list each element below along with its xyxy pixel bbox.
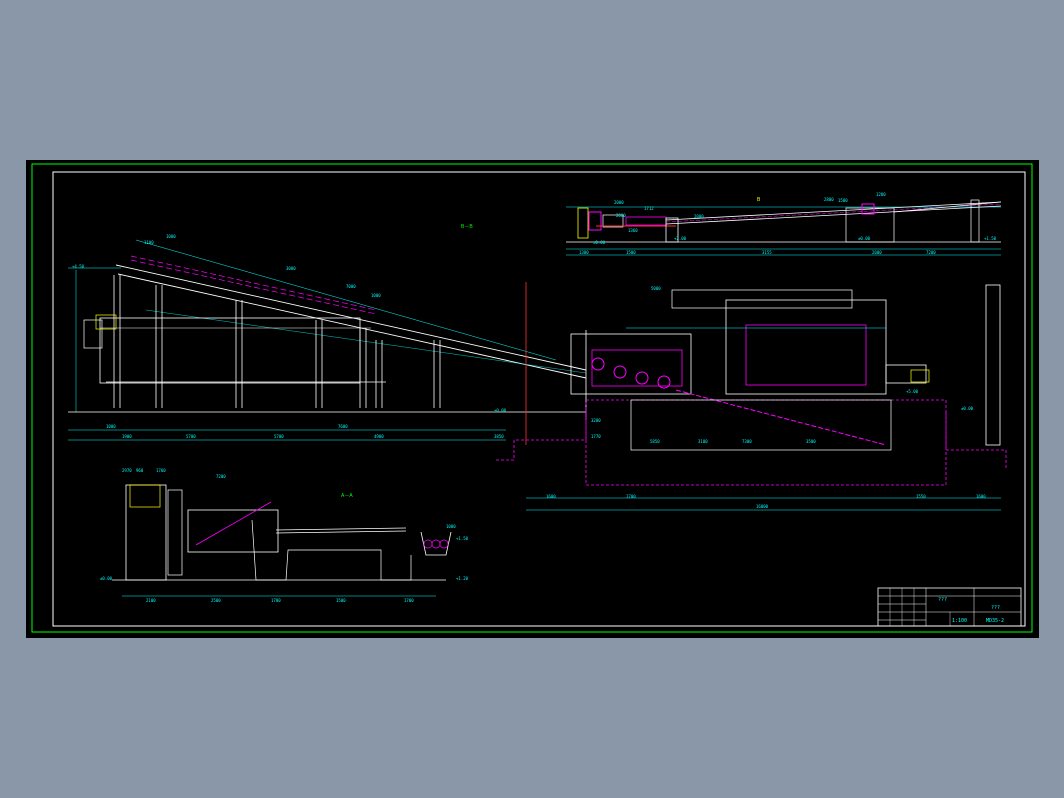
svg-text:+2.00: +2.00 xyxy=(674,236,687,241)
svg-text:2800: 2800 xyxy=(824,197,834,202)
svg-text:±0.00: ±0.00 xyxy=(100,576,113,581)
svg-text:1000: 1000 xyxy=(446,524,456,529)
svg-text:+1.50: +1.50 xyxy=(984,236,997,241)
svg-text:2000: 2000 xyxy=(694,214,704,219)
svg-text:1550: 1550 xyxy=(916,494,926,499)
svg-text:2000: 2000 xyxy=(872,250,882,255)
svg-text:+1.50: +1.50 xyxy=(456,536,469,541)
svg-text:2970: 2970 xyxy=(122,468,132,473)
section-aa: A－A 7200 2970 960 1760 1000 2100 2500 17… xyxy=(100,468,469,603)
svg-text:1770: 1770 xyxy=(591,434,601,439)
svg-text:5000: 5000 xyxy=(651,286,661,291)
svg-text:7600: 7600 xyxy=(338,424,348,429)
svg-text:3850: 3850 xyxy=(494,434,504,439)
svg-text:1700: 1700 xyxy=(404,598,414,603)
section-title-bb: B－B xyxy=(461,224,473,230)
title-drawing-no: MD35-2 xyxy=(986,618,1004,624)
svg-text:1712: 1712 xyxy=(644,206,654,211)
svg-text:3200: 3200 xyxy=(591,418,601,423)
svg-text:±0.00: ±0.00 xyxy=(961,406,974,411)
svg-text:+5.00: +5.00 xyxy=(906,389,919,394)
svg-text:5700: 5700 xyxy=(186,434,196,439)
svg-text:2000: 2000 xyxy=(614,200,624,205)
title-project: ??? xyxy=(991,605,1000,611)
svg-text:2500: 2500 xyxy=(211,598,221,603)
svg-text:3100: 3100 xyxy=(698,439,708,444)
section-title-aa: A－A xyxy=(341,493,353,499)
svg-text:1600: 1600 xyxy=(976,494,986,499)
svg-text:2000: 2000 xyxy=(616,213,626,218)
svg-text:1500: 1500 xyxy=(336,598,346,603)
svg-text:1000: 1000 xyxy=(106,424,116,429)
svg-text:4900: 4900 xyxy=(374,434,384,439)
top-view: B 2000 1712 2000 1360 1380 1500 3155 200… xyxy=(566,192,1002,256)
svg-text:1100: 1100 xyxy=(144,240,154,245)
svg-text:1380: 1380 xyxy=(579,250,589,255)
top-dim-labels: 2000 1712 2000 1360 1380 1500 3155 2000 … xyxy=(579,192,997,255)
svg-text:3155: 3155 xyxy=(762,250,772,255)
svg-text:7000: 7000 xyxy=(346,284,356,289)
svg-text:1000: 1000 xyxy=(166,234,176,239)
cad-viewport[interactable]: B 2000 1712 2000 1360 1380 1500 3155 200… xyxy=(26,160,1039,638)
svg-text:±0.00: ±0.00 xyxy=(858,236,871,241)
svg-text:7300: 7300 xyxy=(742,439,752,444)
svg-text:2100: 2100 xyxy=(146,598,156,603)
svg-text:5850: 5850 xyxy=(650,439,660,444)
svg-text:1360: 1360 xyxy=(628,228,638,233)
top-view-mark: B xyxy=(757,197,761,203)
svg-text:1000: 1000 xyxy=(371,293,381,298)
svg-text:+4.50: +4.50 xyxy=(72,264,85,269)
main-lower-dim-labels: 1000 1900 5700 5700 7600 4900 3850 3200 … xyxy=(106,389,986,499)
svg-text:1500: 1500 xyxy=(626,250,636,255)
svg-text:1900: 1900 xyxy=(122,434,132,439)
svg-text:5700: 5700 xyxy=(274,434,284,439)
svg-text:1500: 1500 xyxy=(838,198,848,203)
svg-text:3500: 3500 xyxy=(806,439,816,444)
main-upper-dim-labels: 1100 1000 3000 7000 1000 5000 +4.50 ±0.0… xyxy=(72,234,661,413)
svg-text:7200: 7200 xyxy=(216,474,226,479)
main-total-dim: 16000 xyxy=(756,504,769,509)
svg-text:1700: 1700 xyxy=(271,598,281,603)
title-scale: 1:100 xyxy=(952,618,967,624)
main-section: B－B 1100 1000 3000 7000 1000 5000 +4.50 … xyxy=(68,224,1007,511)
svg-text:±0.00: ±0.00 xyxy=(494,408,507,413)
svg-text:1760: 1760 xyxy=(156,468,166,473)
svg-text:960: 960 xyxy=(136,468,144,473)
svg-text:1600: 1600 xyxy=(546,494,556,499)
svg-text:+1.20: +1.20 xyxy=(456,576,469,581)
svg-text:1280: 1280 xyxy=(876,192,886,197)
title-name: ??? xyxy=(938,597,947,603)
inner-frame xyxy=(52,171,1026,627)
svg-text:7200: 7200 xyxy=(926,250,936,255)
cad-drawing: B 2000 1712 2000 1360 1380 1500 3155 200… xyxy=(31,163,1033,633)
svg-text:3000: 3000 xyxy=(286,266,296,271)
svg-text:±0.00: ±0.00 xyxy=(593,240,606,245)
svg-text:1700: 1700 xyxy=(626,494,636,499)
title-block: ??? ??? 1:100 MD35-2 xyxy=(877,587,1022,627)
aa-dim-labels: 7200 2970 960 1760 1000 2100 2500 1700 1… xyxy=(100,468,469,603)
